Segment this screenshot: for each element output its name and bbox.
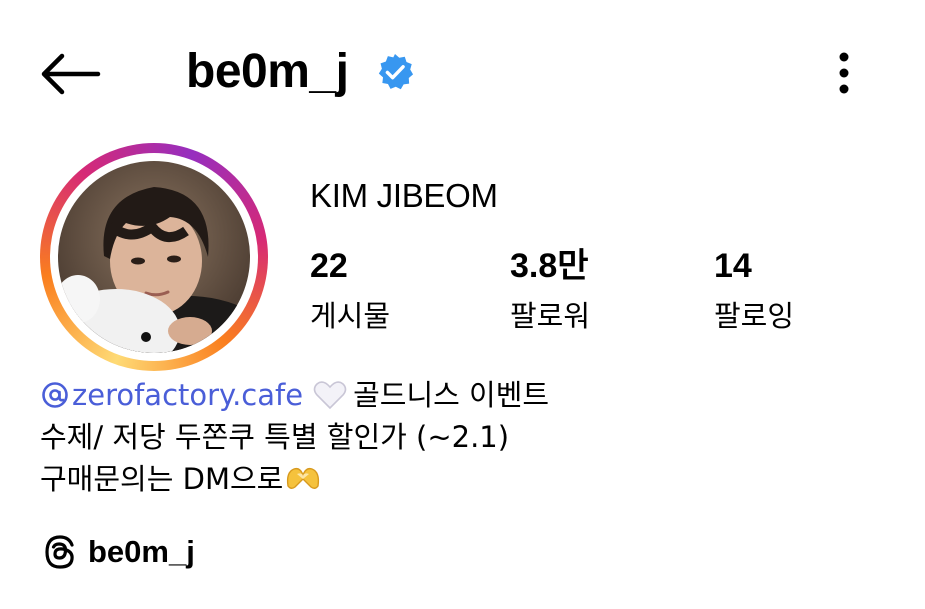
heart-hands-icon [287, 467, 320, 489]
bio-line-1: zerofactory.cafe 골드니스 이벤트 [40, 374, 549, 416]
profile-bio: zerofactory.cafe 골드니스 이벤트 수제/ 저당 두쫀쿠 특별 … [40, 374, 549, 500]
vertical-ellipsis-icon [839, 52, 849, 94]
avatar-story-ring[interactable] [40, 143, 268, 371]
avatar [58, 161, 250, 353]
stat-following-label: 팔로잉 [714, 299, 795, 333]
stat-posts-label: 게시물 [310, 299, 391, 333]
bio-line-3-text: 구매문의는 DM으로 [40, 462, 284, 496]
bio-mention-text: zerofactory.cafe [72, 378, 304, 412]
arrow-left-icon [41, 53, 101, 95]
more-options-button[interactable] [826, 48, 862, 98]
profile-display-name: KIM JIBEOM [310, 177, 498, 214]
bio-line-2: 수제/ 저당 두쫀쿠 특별 할인가 (~2.1) [40, 420, 510, 454]
verified-badge-icon [376, 53, 414, 91]
threads-at-icon [42, 382, 68, 408]
stat-following[interactable]: 14 팔로잉 [714, 244, 794, 336]
bio-line-3: 구매문의는 DM으로 [40, 458, 549, 500]
threads-handle: be0m_j [88, 534, 195, 569]
profile-username-title: be0m_j [186, 45, 349, 98]
bio-mention-link[interactable]: zerofactory.cafe [40, 374, 303, 416]
bio-line-1-text: 골드니스 이벤트 [353, 378, 550, 412]
threads-profile-link[interactable]: be0m_j [42, 532, 195, 572]
stat-followers-count: 3.8만 [510, 247, 589, 285]
avatar-ring-gap [50, 153, 258, 361]
stat-followers-label: 팔로워 [510, 299, 591, 333]
back-button[interactable] [38, 52, 102, 96]
stat-posts-count: 22 [310, 247, 348, 285]
threads-logo-icon [45, 535, 74, 569]
stat-following-count: 14 [714, 247, 752, 285]
stat-followers[interactable]: 3.8만 팔로워 [510, 244, 590, 336]
stat-posts[interactable]: 22 게시물 [310, 244, 390, 336]
white-heart-icon [313, 381, 347, 410]
